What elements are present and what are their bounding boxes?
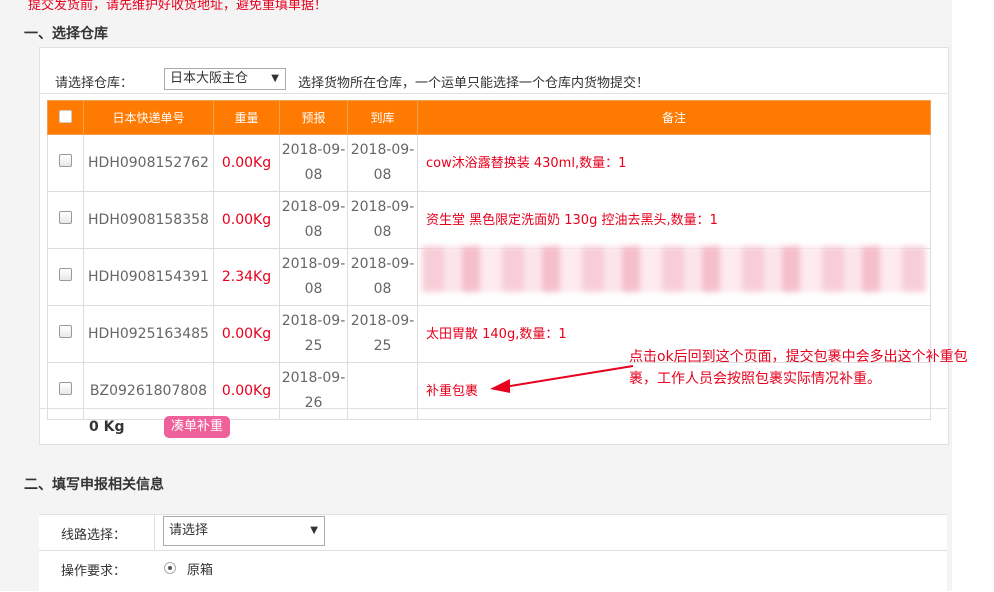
triangle-down-icon: ▼: [271, 73, 279, 84]
row-checkbox[interactable]: [59, 324, 72, 338]
header-note: 备注: [417, 100, 931, 135]
forecast-date: 2018-09-08: [279, 134, 348, 192]
route-select[interactable]: 请选择 ▼: [163, 516, 325, 546]
row-checkbox-cell: [47, 362, 84, 420]
warehouse-tip: 选择货物所在仓库，一个运单只能选择一个仓库内货物提交！: [298, 76, 650, 91]
row-checkbox-cell: [47, 248, 84, 306]
operation-label: 操作要求：: [61, 564, 127, 579]
arrived-date: [347, 362, 418, 420]
tracking-no: HDH0925163485: [83, 305, 214, 363]
arrived-date: 2018-09-25: [347, 305, 418, 363]
forecast-date: 2018-09-08: [279, 248, 348, 306]
tracking-no: HDH0908158358: [83, 191, 214, 249]
warehouse-select-value: 日本大阪主仓: [170, 71, 249, 86]
tracking-no: BZ09261807808: [83, 362, 214, 420]
row-checkbox-cell: [47, 305, 84, 363]
divider: [39, 93, 947, 94]
row-checkbox[interactable]: [59, 153, 72, 167]
redacted-note: [422, 246, 927, 292]
weight: 0.00Kg: [213, 191, 280, 249]
triangle-down-icon: ▼: [310, 525, 318, 536]
note: 资生堂 黑色限定洗面奶 130g 控油去黑头,数量：1: [417, 191, 931, 249]
notice-text: 提交发货前，请先维护好收货地址，避免重填单据！: [28, 0, 328, 13]
arrived-date: 2018-09-08: [347, 248, 418, 306]
radio-label-original-box: 原箱: [187, 563, 214, 578]
forecast-date: 2018-09-26: [279, 362, 348, 420]
route-select-value: 请选择: [169, 523, 209, 538]
route-label: 线路选择：: [61, 528, 127, 543]
row-checkbox[interactable]: [59, 210, 72, 224]
table-header-row: 日本快递单号 重量 预报 到库 备注: [47, 100, 931, 135]
tracking-no: HDH0908154391: [83, 248, 214, 306]
table-row: HDH0908158358 0.00Kg 2018-09-08 2018-09-…: [47, 191, 931, 249]
weight: 0.00Kg: [213, 362, 280, 420]
row-checkbox-cell: [47, 134, 84, 192]
row-checkbox[interactable]: [59, 381, 72, 395]
total-weight: 0 Kg: [89, 419, 125, 435]
tracking-no: HDH0908152762: [83, 134, 214, 192]
section-title-warehouse: 一、选择仓库: [24, 26, 108, 42]
header-tracking-no: 日本快递单号: [83, 100, 214, 135]
row-checkbox[interactable]: [59, 267, 72, 281]
header-arrived: 到库: [347, 100, 418, 135]
header-weight: 重量: [213, 100, 280, 135]
forecast-date: 2018-09-25: [279, 305, 348, 363]
weight: 2.34Kg: [213, 248, 280, 306]
weight: 0.00Kg: [213, 134, 280, 192]
section-title-declaration: 二、填写申报相关信息: [24, 477, 164, 493]
select-all-cell: [47, 100, 84, 135]
note: cow沐浴露替换装 430ml,数量：1: [417, 134, 931, 192]
annotation-arrow-icon: [490, 365, 634, 393]
warehouse-label: 请选择仓库：: [55, 76, 134, 91]
select-all-checkbox[interactable]: [59, 109, 72, 123]
row-checkbox-cell: [47, 191, 84, 249]
table-row: HDH0908152762 0.00Kg 2018-09-08 2018-09-…: [47, 134, 931, 192]
header-forecast: 预报: [279, 100, 348, 135]
combine-weight-button[interactable]: 凑单补重: [164, 416, 230, 438]
warehouse-select[interactable]: 日本大阪主仓 ▼: [164, 68, 286, 90]
forecast-date: 2018-09-08: [279, 191, 348, 249]
arrived-date: 2018-09-08: [347, 191, 418, 249]
radio-original-box[interactable]: [164, 562, 176, 574]
arrived-date: 2018-09-08: [347, 134, 418, 192]
annotation-text: 点击ok后回到这个页面，提交包裹中会多出这个补重包裹，工作人员会按照包裹实际情况…: [629, 349, 968, 387]
weight: 0.00Kg: [213, 305, 280, 363]
